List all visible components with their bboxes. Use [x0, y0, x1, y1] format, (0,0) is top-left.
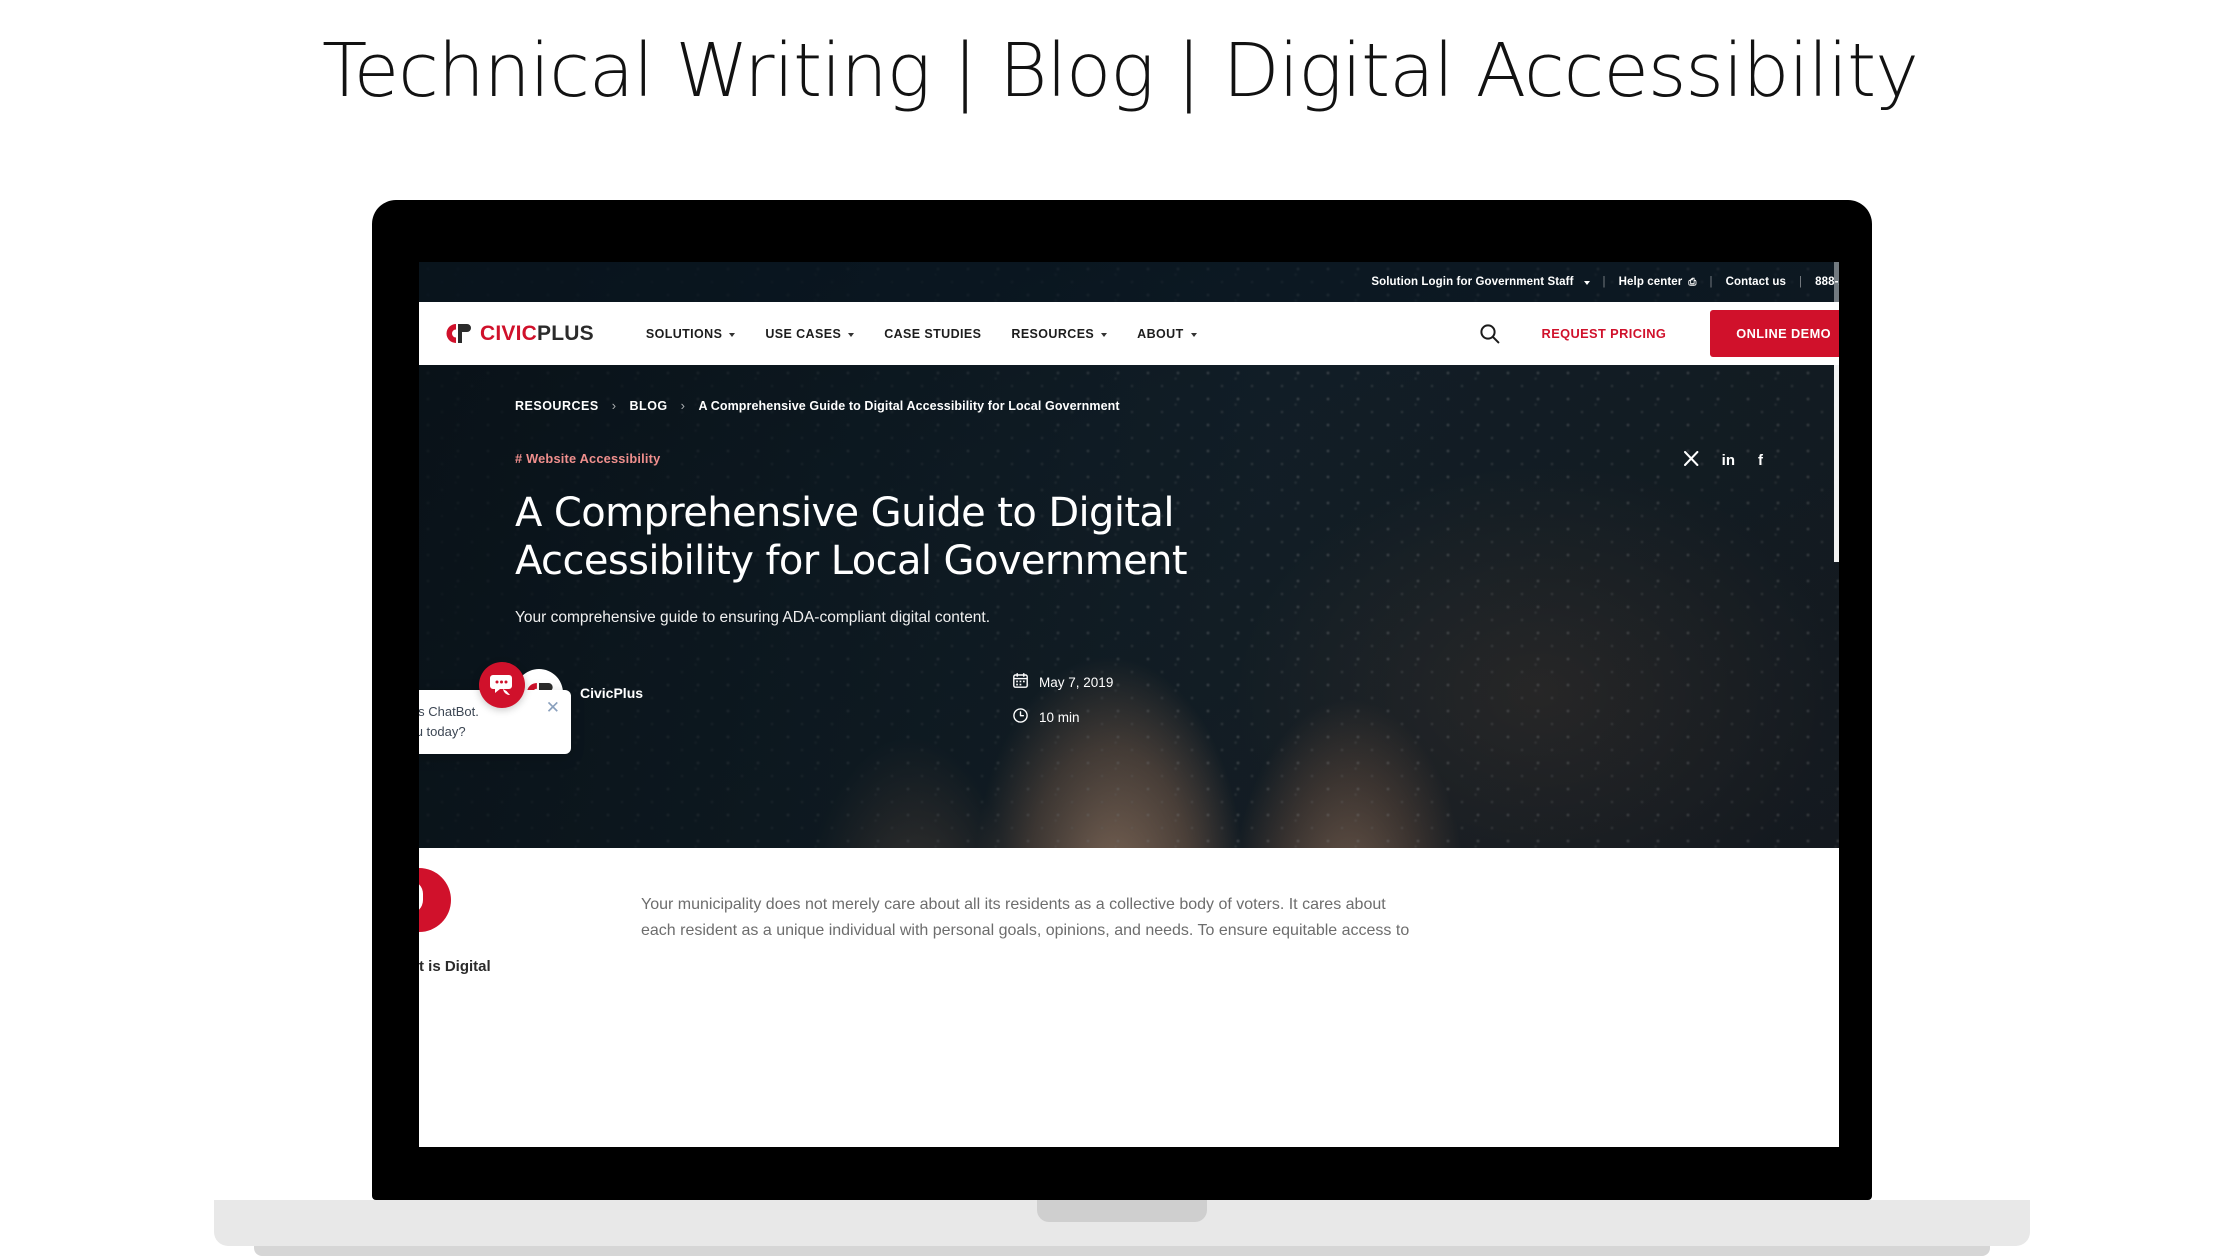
chevron-down-icon — [729, 332, 736, 337]
logo-civic-text: CIVIC — [480, 321, 538, 345]
breadcrumb-item-resources[interactable]: RESOURCES — [515, 399, 599, 413]
chatbot-line-1: I'm the CivicPlus ChatBot. — [419, 704, 479, 719]
breadcrumb: RESOURCES › BLOG › A Comprehensive Guide… — [515, 398, 1839, 413]
toc-marker-icon — [419, 868, 451, 932]
laptop-base-notch — [1037, 1200, 1207, 1222]
linkedin-icon[interactable]: in — [1722, 453, 1735, 468]
nav-label-use-cases: USE CASES — [765, 326, 842, 341]
hero-content: RESOURCES › BLOG › A Comprehensive Guide… — [419, 365, 1839, 726]
chat-bubble-icon — [490, 675, 512, 696]
phone-link[interactable]: 888-2 — [1815, 276, 1839, 288]
chevron-down-icon — [1101, 332, 1108, 337]
laptop-foot — [254, 1246, 1990, 1256]
page-title: Technical Writing | Blog | Digital Acces… — [322, 28, 1919, 114]
nav-label-solutions: SOLUTIONS — [645, 326, 723, 341]
read-time-label: 10 min — [1039, 709, 1080, 725]
civicplus-wordmark: CIVICPLUS — [480, 322, 594, 346]
utility-separator-1: | — [1602, 276, 1606, 288]
hero-subtitle: Your comprehensive guide to ensuring ADA… — [515, 609, 991, 626]
breadcrumb-item-current: A Comprehensive Guide to Digital Accessi… — [698, 398, 1120, 413]
external-link-icon: ⎙ — [1688, 276, 1697, 288]
laptop-base — [214, 1200, 2030, 1246]
toc-marker-glyph — [419, 880, 423, 914]
main-navbar: CIVICPLUS SOLUTIONS USE CASES CASE STUDI… — [419, 302, 1839, 365]
close-icon[interactable]: ✕ — [546, 699, 560, 716]
contact-us-link[interactable]: Contact us — [1726, 276, 1786, 288]
laptop-mockup: Solution Login for Government Staff | He… — [214, 200, 2030, 1256]
nav-links: SOLUTIONS USE CASES CASE STUDIES RESOURC… — [646, 327, 1197, 341]
publish-date: May 7, 2019 — [1013, 672, 1114, 691]
nav-item-solutions[interactable]: SOLUTIONS — [646, 327, 736, 341]
toc-heading-peek: t is Digital — [419, 958, 491, 975]
breadcrumb-separator-icon: › — [611, 398, 617, 413]
utility-separator-2: | — [1709, 276, 1713, 288]
nav-label-resources: RESOURCES — [1011, 326, 1095, 341]
civicplus-mark-icon — [445, 324, 471, 343]
breadcrumb-separator-icon: › — [680, 398, 686, 413]
civicplus-logo[interactable]: CIVICPLUS — [445, 322, 594, 346]
request-pricing-link[interactable]: REQUEST PRICING — [1542, 326, 1667, 341]
topic-tag[interactable]: # Website Accessibility — [515, 451, 660, 466]
nav-item-resources[interactable]: RESOURCES — [1011, 326, 1108, 341]
chatbot-line-2: w can I help you today? — [419, 724, 466, 740]
breadcrumb-item-blog[interactable]: BLOG — [630, 399, 668, 413]
article-paragraph: Your municipality does not merely care a… — [641, 896, 1410, 939]
nav-item-about[interactable]: ABOUT — [1137, 326, 1197, 341]
solution-login-dropdown[interactable]: Solution Login for Government Staff — [1371, 276, 1590, 288]
utility-separator-3: | — [1798, 276, 1803, 288]
chatbot-launcher-button[interactable] — [479, 662, 525, 708]
read-time: 10 min — [1013, 708, 1113, 726]
contact-us-label: Contact us — [1725, 276, 1786, 288]
phone-label: 888-2 — [1815, 276, 1839, 288]
social-share-group: in f — [1683, 451, 1763, 469]
author-name: CivicPlus — [580, 685, 644, 701]
article-body: t is Digital Your municipality does not … — [419, 848, 1839, 1147]
hero-meta-row: CivicPlus May 7, 2019 10 min — [419, 669, 1839, 726]
chevron-down-icon — [848, 332, 855, 337]
clock-icon — [1013, 708, 1028, 726]
tag-and-social-row: # Website Accessibility in f — [419, 451, 1839, 469]
browser-viewport: Solution Login for Government Staff | He… — [419, 262, 1839, 1147]
help-center-link[interactable]: Help center ⎙ — [1619, 276, 1697, 288]
nav-label-about: ABOUT — [1137, 326, 1184, 341]
x-twitter-icon[interactable] — [1683, 451, 1699, 469]
nav-right-group: REQUEST PRICING ONLINE DEMO — [1479, 302, 1839, 365]
help-center-label: Help center — [1618, 276, 1683, 288]
hero-title: A Comprehensive Guide to Digital Accessi… — [515, 490, 1188, 584]
chevron-down-icon — [1583, 281, 1590, 285]
nav-item-use-cases[interactable]: USE CASES — [765, 326, 855, 341]
chevron-down-icon — [1190, 332, 1197, 337]
utility-bar: Solution Login for Government Staff | He… — [419, 262, 1839, 302]
search-icon[interactable] — [1479, 323, 1500, 344]
logo-plus-text: PLUS — [537, 321, 594, 345]
solution-login-label: Solution Login for Government Staff — [1371, 276, 1574, 288]
meta-column: May 7, 2019 10 min — [1013, 669, 1113, 726]
nav-label-case-studies: CASE STUDIES — [884, 326, 982, 341]
facebook-icon[interactable]: f — [1758, 453, 1763, 468]
calendar-icon — [1013, 672, 1028, 691]
nav-item-case-studies[interactable]: CASE STUDIES — [884, 327, 981, 341]
publish-date-label: May 7, 2019 — [1039, 674, 1114, 690]
online-demo-button[interactable]: ONLINE DEMO — [1710, 310, 1839, 357]
